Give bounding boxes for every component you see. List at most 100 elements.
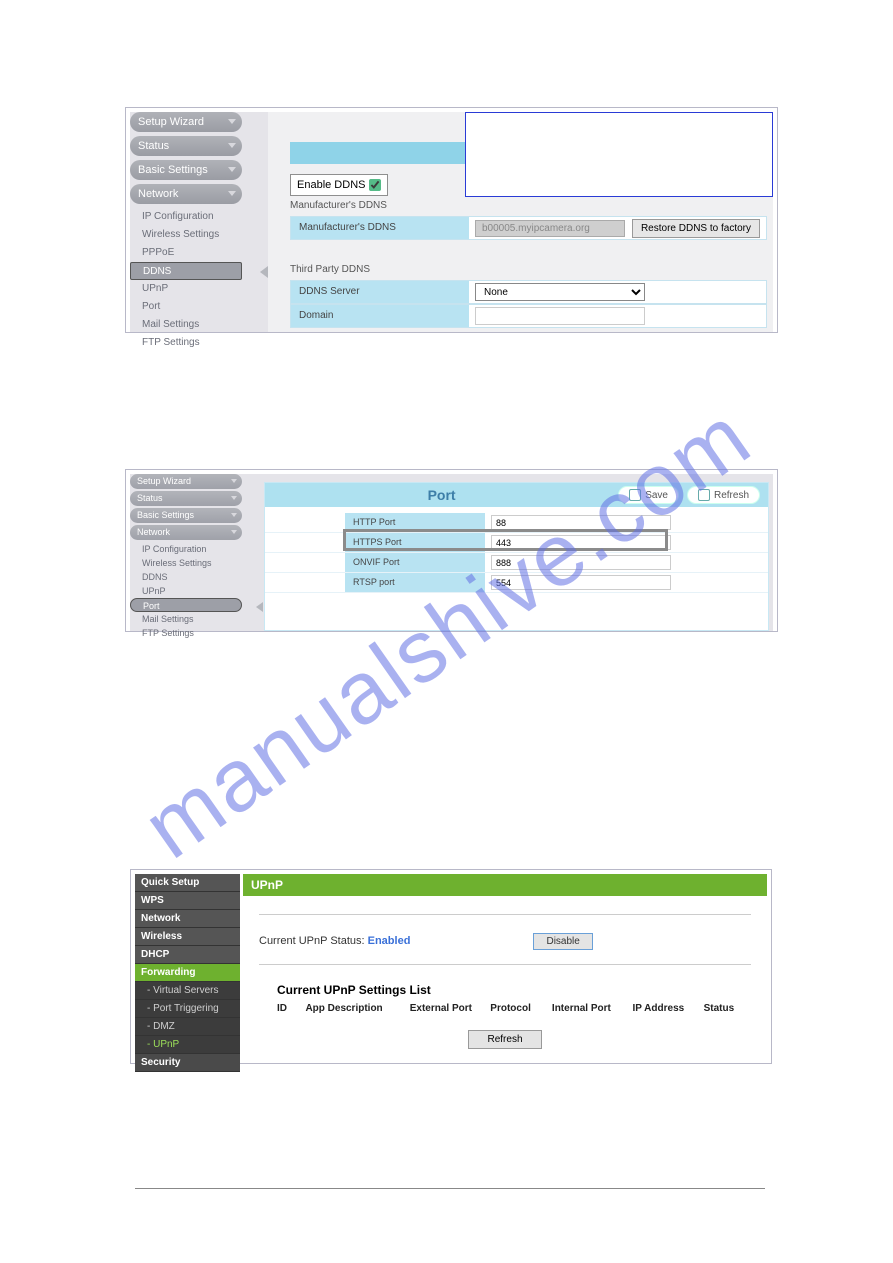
nav-upnp[interactable]: UPnP	[130, 280, 242, 298]
callout-box	[465, 112, 773, 197]
nav-ftp[interactable]: FTP Settings	[130, 334, 242, 352]
nav-ip-config[interactable]: IP Configuration	[130, 542, 242, 556]
nav-ftp[interactable]: FTP Settings	[130, 626, 242, 640]
refresh-label: Refresh	[714, 490, 749, 501]
ddns-server-label: DDNS Server	[291, 281, 469, 303]
page-footer-rule	[135, 1188, 765, 1189]
save-label: Save	[645, 490, 668, 501]
nav-label: Setup Wizard	[138, 116, 204, 128]
divider	[259, 914, 751, 915]
mfg-ddns-value: b00005.myipcamera.org	[475, 220, 625, 237]
col-ext: External Port	[410, 1003, 491, 1014]
chevron-down-icon	[228, 143, 236, 148]
chevron-down-icon	[231, 513, 237, 517]
section-third-party: Third Party DDNS	[290, 264, 370, 275]
section-mfg-ddns: Manufacturer's DDNS	[290, 200, 387, 211]
nav-forwarding[interactable]: Forwarding	[135, 964, 240, 982]
nav-wireless[interactable]: Wireless Settings	[130, 556, 242, 570]
ddns-server-select[interactable]: None	[475, 283, 645, 301]
onvif-port-label: ONVIF Port	[345, 553, 485, 572]
nav-setup-wizard[interactable]: Setup Wizard	[130, 112, 242, 132]
chevron-down-icon	[228, 119, 236, 124]
nav-label: Setup Wizard	[137, 476, 191, 486]
col-id: ID	[277, 1003, 305, 1014]
nav-pppoe[interactable]: PPPoE	[130, 244, 242, 262]
port-screenshot: Setup Wizard Status Basic Settings Netwo…	[125, 469, 778, 632]
save-icon	[629, 489, 641, 501]
nav-wireless[interactable]: Wireless	[135, 928, 240, 946]
chevron-down-icon	[231, 479, 237, 483]
nav-mail[interactable]: Mail Settings	[130, 612, 242, 626]
refresh-button[interactable]: Refresh	[468, 1030, 541, 1049]
enable-ddns-checkbox[interactable]	[369, 179, 381, 191]
nav-upnp[interactable]: - UPnP	[135, 1036, 240, 1054]
nav-setup-wizard[interactable]: Setup Wizard	[130, 474, 242, 489]
onvif-port-input[interactable]	[491, 555, 671, 570]
col-internal: Internal Port	[552, 1003, 633, 1014]
nav-mail[interactable]: Mail Settings	[130, 316, 242, 334]
nav-ddns[interactable]: DDNS	[130, 570, 242, 584]
nav-basic-settings[interactable]: Basic Settings	[130, 160, 242, 180]
https-port-label: HTTPS Port	[345, 533, 485, 552]
rtsp-port-label: RTSP port	[345, 573, 485, 592]
col-app: App Description	[305, 1003, 409, 1014]
enable-ddns-label: Enable DDNS	[297, 179, 365, 191]
nav-label: Basic Settings	[138, 164, 208, 176]
nav-basic-settings[interactable]: Basic Settings	[130, 508, 242, 523]
nav-label: Network	[137, 527, 170, 537]
row-onvif-port: ONVIF Port	[265, 553, 768, 573]
nav-dmz[interactable]: - DMZ	[135, 1018, 240, 1036]
nav-wireless[interactable]: Wireless Settings	[130, 226, 242, 244]
nav-ip-config[interactable]: IP Configuration	[130, 208, 242, 226]
rtsp-port-input[interactable]	[491, 575, 671, 590]
row-https-port: HTTPS Port	[265, 533, 768, 553]
upnp-status-value: Enabled	[368, 935, 411, 947]
nav-port[interactable]: Port	[130, 298, 242, 316]
nav-dhcp[interactable]: DHCP	[135, 946, 240, 964]
nav-status[interactable]: Status	[130, 491, 242, 506]
col-ip: IP Address	[633, 1003, 704, 1014]
restore-ddns-button[interactable]: Restore DDNS to factory	[632, 219, 760, 238]
router-sidebar: Quick Setup WPS Network Wireless DHCP Fo…	[135, 874, 240, 1059]
upnp-status-label: Current UPnP Status:	[259, 935, 368, 947]
enable-ddns-group: Enable DDNS	[290, 174, 388, 196]
disable-button[interactable]: Disable	[533, 933, 592, 950]
nav-security[interactable]: Security	[135, 1054, 240, 1072]
nav-network[interactable]: Network	[135, 910, 240, 928]
nav-status[interactable]: Status	[130, 136, 242, 156]
nav-wps[interactable]: WPS	[135, 892, 240, 910]
upnp-table-header: ID App Description External Port Protoco…	[277, 1003, 751, 1014]
domain-label: Domain	[291, 305, 469, 327]
nav-label: Basic Settings	[137, 510, 194, 520]
nav-label: Status	[138, 140, 169, 152]
save-button[interactable]: Save	[618, 486, 679, 504]
upnp-list-title: Current UPnP Settings List	[277, 983, 751, 997]
nav-ddns[interactable]: DDNS	[130, 262, 242, 280]
col-proto: Protocol	[490, 1003, 552, 1014]
nav-upnp[interactable]: UPnP	[130, 584, 242, 598]
http-port-label: HTTP Port	[345, 513, 485, 532]
nav-port[interactable]: Port	[130, 598, 242, 612]
row-rtsp-port: RTSP port	[265, 573, 768, 593]
header-bar	[290, 142, 465, 164]
nav-label: Status	[137, 493, 163, 503]
nav-label: Network	[138, 188, 178, 200]
selection-arrow-icon	[260, 266, 268, 278]
https-port-input[interactable]	[491, 535, 671, 550]
nav-quick-setup[interactable]: Quick Setup	[135, 874, 240, 892]
page-title-upnp: UPnP	[243, 874, 767, 896]
nav-network[interactable]: Network	[130, 184, 242, 204]
refresh-button[interactable]: Refresh	[687, 486, 760, 504]
mfg-ddns-label: Manufacturer's DDNS	[291, 217, 469, 239]
chevron-down-icon	[231, 496, 237, 500]
nav-virtual-servers[interactable]: - Virtual Servers	[135, 982, 240, 1000]
row-http-port: HTTP Port	[265, 513, 768, 533]
upnp-status-line: Current UPnP Status: Enabled Disable	[259, 933, 751, 950]
nav-network[interactable]: Network	[130, 525, 242, 540]
refresh-icon	[698, 489, 710, 501]
nav-port-triggering[interactable]: - Port Triggering	[135, 1000, 240, 1018]
chevron-down-icon	[228, 191, 236, 196]
domain-input[interactable]	[475, 307, 645, 325]
chevron-down-icon	[228, 167, 236, 172]
http-port-input[interactable]	[491, 515, 671, 530]
